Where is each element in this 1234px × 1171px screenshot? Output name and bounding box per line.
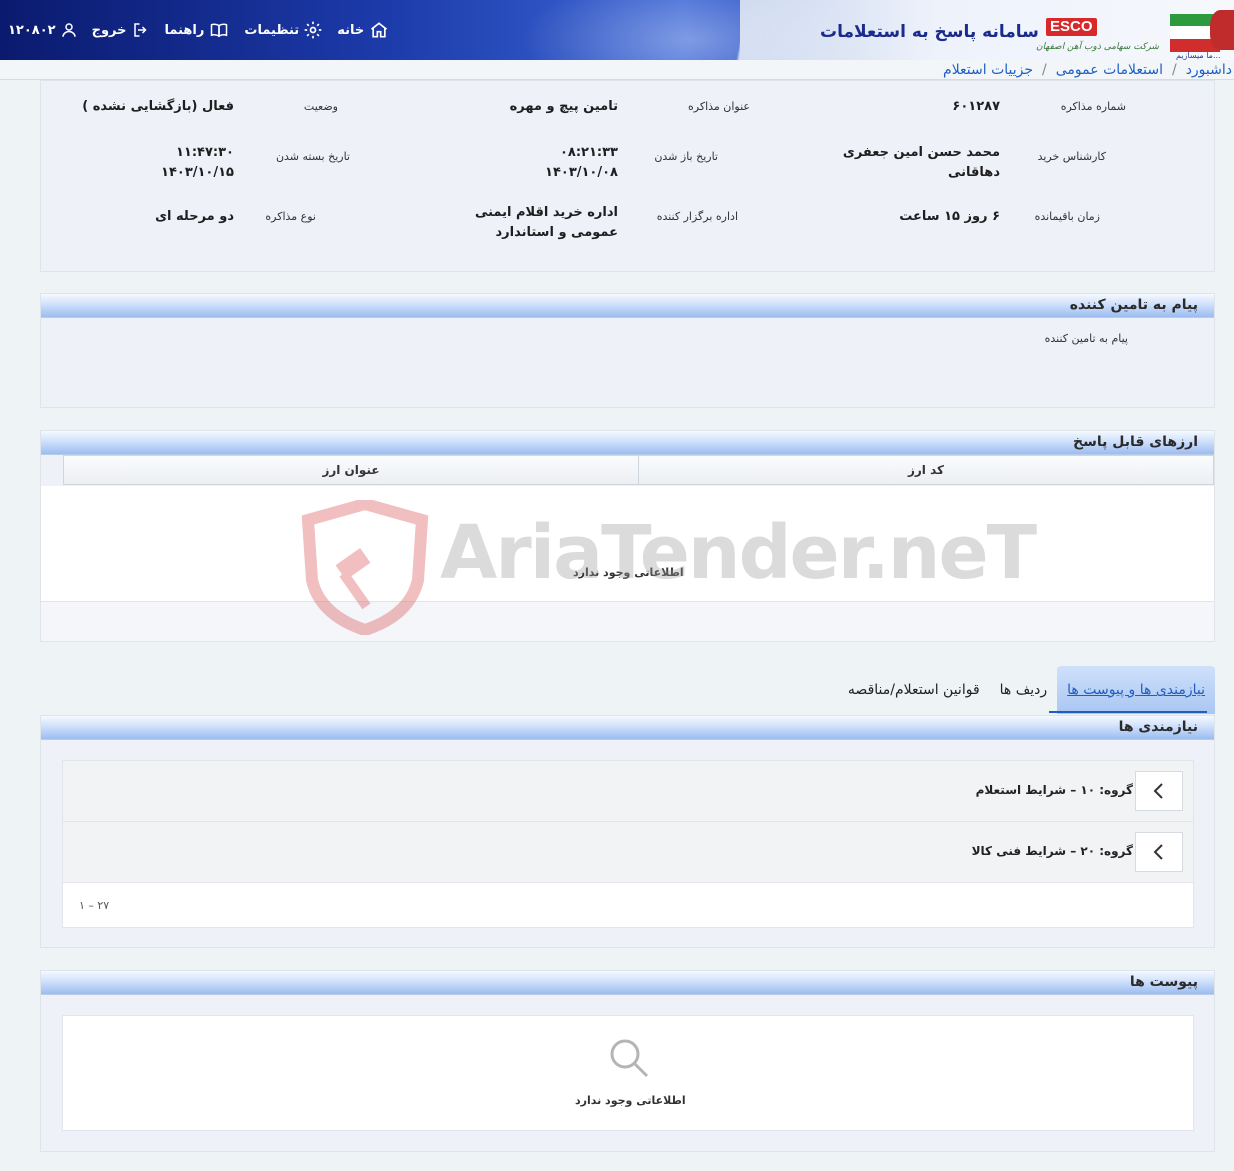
user-icon	[61, 23, 76, 37]
group-label: گروه: ۱۰ – شرایط استعلام	[975, 783, 1133, 797]
close-time-value: ۱۱:۴۷:۳۰	[175, 145, 234, 160]
search-icon	[610, 1039, 649, 1078]
detail-tabs: نیازمندی ها و پیوست ها ردیف ها قوانین اس…	[838, 664, 1215, 714]
needs-header: نیازمندی ها	[41, 716, 1214, 740]
company-logo: ESCO شرکت سهامی ذوب آهن اصفهان	[1036, 14, 1159, 58]
currencies-empty-text: اطلاعاتی وجود ندارد	[573, 566, 684, 579]
tab-needs-attachments[interactable]: نیازمندی ها و پیوست ها	[1057, 666, 1215, 714]
negotiation-type-value: دو مرحله ای	[155, 209, 234, 224]
supplier-message-header: پیام به تامین کننده	[41, 294, 1214, 318]
currencies-header: ارزهای قابل پاسخ	[41, 431, 1214, 455]
list-item[interactable]: گروه: ۲۰ – شرایط فنی کالا	[63, 822, 1193, 883]
logo-subtitle: شرکت سهامی ذوب آهن اصفهان	[1036, 42, 1159, 52]
open-date-label: تاریخ باز شدن	[654, 150, 718, 163]
negotiation-number-value: ۶۰۱۲۸۷	[952, 99, 1000, 114]
user-id-text: ۱۲۰۸۰۲	[8, 22, 56, 38]
currencies-table-header: کد ارز عنوان ارز	[63, 455, 1214, 485]
settings-label: تنظیمات	[244, 22, 300, 38]
negotiation-number-label: شماره مذاکره	[1060, 100, 1126, 113]
logout-icon	[133, 23, 147, 37]
header-shine	[520, 0, 860, 60]
needs-panel: نیازمندی ها گروه: ۱۰ – شرایط استعلام گرو…	[40, 715, 1215, 948]
top-nav: ۱۲۰۸۰۲ خروج راهنما تنظیمات خانه	[0, 0, 390, 60]
open-time-value: ۰۸:۲۱:۳۳	[559, 145, 618, 160]
currencies-title: ارزهای قابل پاسخ	[1072, 434, 1198, 450]
guide-label: راهنما	[164, 22, 205, 38]
close-date-value: ۱۴۰۳/۱۰/۱۵	[161, 165, 234, 180]
breadcrumb-separator: /	[1171, 61, 1177, 78]
logo-esco-text: ESCO	[1046, 18, 1097, 36]
close-date-label: تاریخ بسته شدن	[275, 150, 350, 163]
expand-button[interactable]	[1135, 832, 1183, 872]
chevron-left-icon	[1153, 783, 1163, 799]
organizer-label: اداره برگزار کننده	[656, 210, 738, 223]
expert-label: کارشناس خرید	[1037, 150, 1106, 163]
status-label: وضعیت	[303, 100, 338, 113]
breadcrumb: داشبورد / استعلامات عمومی / جزییات استعل…	[0, 60, 1234, 80]
needs-title: نیازمندی ها	[1118, 719, 1198, 735]
breadcrumb-dashboard[interactable]: داشبورد	[1186, 62, 1232, 78]
book-icon	[211, 23, 228, 38]
tagline: ...ما میسازیم	[1176, 51, 1221, 60]
home-button[interactable]: خانه	[337, 20, 390, 40]
currencies-table-body: اطلاعاتی وجود ندارد	[41, 486, 1214, 601]
settings-button[interactable]: تنظیمات	[244, 20, 323, 40]
title-label: عنوان مذاکره	[688, 100, 750, 113]
home-label: خانه	[337, 22, 365, 38]
attachments-header: پیوست ها	[41, 971, 1214, 995]
attachments-title: پیوست ها	[1129, 974, 1198, 990]
emblem-icon	[1210, 10, 1234, 50]
currencies-panel: ارزهای قابل پاسخ کد ارز عنوان ارز اطلاعا…	[40, 430, 1215, 642]
status-value: فعال (بازگشایی نشده )	[82, 99, 234, 114]
system-title: سامانه پاسخ به استعلامات	[820, 22, 1039, 42]
list-item[interactable]: گروه: ۱۰ – شرایط استعلام	[63, 761, 1193, 822]
breadcrumb-separator: /	[1042, 61, 1047, 78]
organizer-value: اداره خرید اقلام ایمنی عمومی و استاندارد	[474, 205, 618, 240]
logout-label: خروج	[91, 22, 127, 38]
active-tab-underline	[1049, 711, 1207, 713]
needs-list: گروه: ۱۰ – شرایط استعلام گروه: ۲۰ – شرای…	[62, 760, 1194, 928]
currencies-table-footer	[41, 601, 1214, 641]
column-currency-code[interactable]: کد ارز	[638, 456, 1213, 484]
title-value: تامین پیچ و مهره	[509, 99, 618, 114]
tab-rules[interactable]: قوانین استعلام/مناقصه	[838, 666, 990, 714]
pager-range: ۱ – ۲۷	[79, 899, 110, 912]
attachments-list: اطلاعاتی وجود ندارد	[62, 1015, 1194, 1131]
breadcrumb-public-inquiries[interactable]: استعلامات عمومی	[1056, 62, 1163, 78]
logout-button[interactable]: خروج	[92, 21, 151, 39]
tab-rows[interactable]: ردیف ها	[990, 666, 1057, 714]
expert-value: محمد حسن امین جعفری دهاقانی	[842, 145, 1000, 180]
pager: ۱ – ۲۷	[63, 883, 1193, 927]
inquiry-info-panel: شماره مذاکره ۶۰۱۲۸۷ عنوان مذاکره تامین پ…	[40, 80, 1215, 272]
user-id-item[interactable]: ۱۲۰۸۰۲	[8, 21, 78, 39]
column-currency-title[interactable]: عنوان ارز	[64, 456, 638, 484]
attachments-empty-text: اطلاعاتی وجود ندارد	[575, 1094, 686, 1107]
supplier-message-label: پیام به تامین کننده	[1044, 332, 1128, 345]
home-icon	[371, 22, 388, 38]
remaining-time-label: زمان باقیمانده	[1034, 210, 1100, 223]
breadcrumb-inquiry-details[interactable]: جزییات استعلام	[943, 62, 1033, 78]
remaining-time-value: ۶ روز ۱۵ ساعت	[899, 209, 1000, 224]
expand-button[interactable]	[1135, 771, 1183, 811]
open-date-value: ۱۴۰۳/۱۰/۰۸	[545, 165, 618, 180]
supplier-message-panel: پیام به تامین کننده پیام به تامین کننده	[40, 293, 1215, 408]
chevron-left-icon	[1153, 844, 1163, 860]
guide-button[interactable]: راهنما	[165, 21, 231, 39]
negotiation-type-label: نوع مذاکره	[265, 210, 316, 223]
gear-icon	[304, 21, 322, 39]
group-label: گروه: ۲۰ – شرایط فنی کالا	[971, 844, 1133, 858]
supplier-message-title: پیام به تامین کننده	[1069, 297, 1198, 313]
attachments-panel: پیوست ها اطلاعاتی وجود ندارد	[40, 970, 1215, 1152]
top-header: ۱۲۰۸۰۲ خروج راهنما تنظیمات خانه سامانه پ…	[0, 0, 1234, 60]
